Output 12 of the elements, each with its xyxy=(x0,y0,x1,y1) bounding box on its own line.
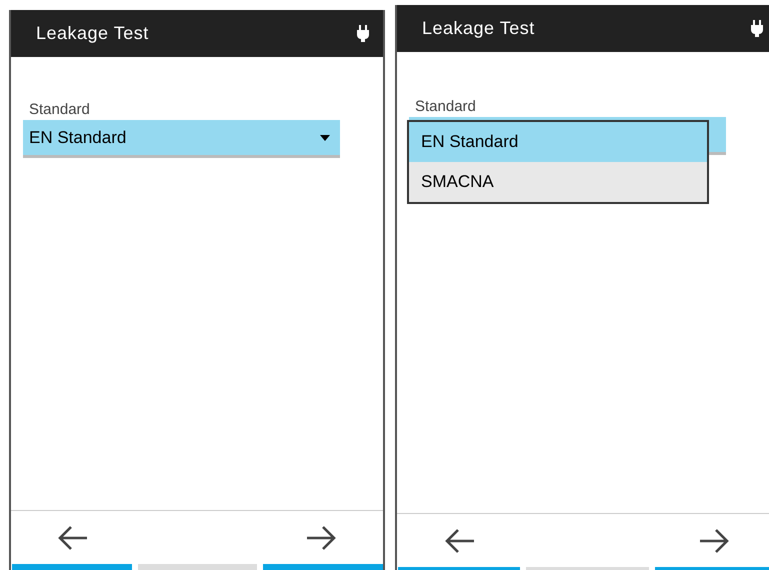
right-arrow-icon xyxy=(305,524,337,552)
plug-icon xyxy=(751,20,763,37)
field-label: Standard xyxy=(414,98,476,115)
screen-title: Leakage Test xyxy=(422,18,535,39)
field-label: Standard xyxy=(28,101,90,118)
screen-title: Leakage Test xyxy=(36,23,149,44)
right-arrow-icon xyxy=(698,526,730,554)
dropdown-field[interactable]: EN Standard xyxy=(23,120,340,158)
left-arrow-icon xyxy=(57,524,89,552)
dropdown-option[interactable]: EN Standard xyxy=(409,122,707,162)
left-arrow-icon xyxy=(444,526,476,554)
plug-icon xyxy=(357,25,369,42)
